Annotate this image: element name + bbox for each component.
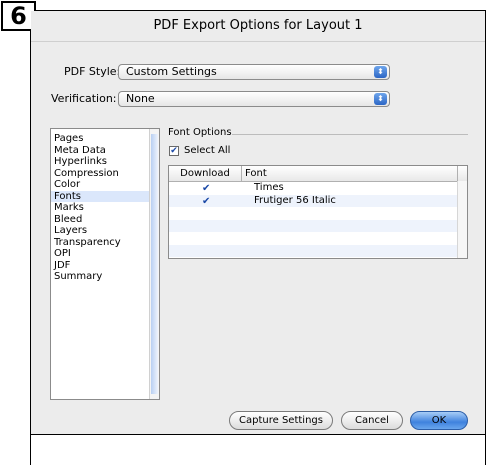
window-titlebar: PDF Export Options for Layout 1 [31,11,485,42]
pdf-style-popup[interactable]: Custom Settings ⬍ [118,64,390,80]
sidebar-item-marks[interactable]: Marks [51,202,159,214]
column-separator [241,166,242,181]
footer-strip [31,434,485,465]
verification-value: None [126,92,155,105]
verification-label: Verification: [51,92,117,105]
sidebar-item-jdf[interactable]: JDF [51,260,159,272]
font-name: Frutiger 56 Italic [254,194,336,206]
sidebar-item-layers[interactable]: Layers [51,225,159,237]
table-row[interactable]: ✔ Times [169,182,458,195]
table-row-empty [169,244,458,257]
select-all-checkbox[interactable]: ✔ [169,145,179,156]
table-row-empty [169,232,458,245]
sidebar-item-compression[interactable]: Compression [51,168,159,180]
font-table: Download Font ✔ Times ✔ Frutiger 56 Ital… [168,165,468,259]
verification-popup[interactable]: None ⬍ [118,91,390,107]
sidebar-item-hyperlinks[interactable]: Hyperlinks [51,156,159,168]
window-title: PDF Export Options for Layout 1 [153,18,363,33]
list-scrollbar[interactable] [149,129,159,399]
category-list[interactable]: Pages Meta Data Hyperlinks Compression C… [50,128,160,400]
popup-arrows-icon: ⬍ [374,66,387,78]
column-header-font[interactable]: Font [245,166,267,181]
column-separator [457,166,458,181]
select-all-label: Select All [184,145,231,156]
table-scrollbar[interactable] [457,181,467,258]
sidebar-item-bleed[interactable]: Bleed [51,214,159,226]
cancel-button[interactable]: Cancel [341,411,403,430]
capture-settings-button[interactable]: Capture Settings [229,411,333,430]
scrollbar-thumb[interactable] [151,134,158,394]
table-row-empty [169,219,458,232]
pdf-style-value: Custom Settings [126,65,217,78]
sidebar-item-opi[interactable]: OPI [51,248,159,260]
group-divider [232,134,468,135]
sidebar-item-fonts[interactable]: Fonts [51,190,159,202]
sidebar-item-pages[interactable]: Pages [51,133,159,145]
popup-arrows-icon: ⬍ [374,93,387,105]
sidebar-item-transparency[interactable]: Transparency [51,237,159,249]
font-name: Times [254,182,284,193]
font-options-title: Font Options [168,127,232,138]
sidebar-item-summary[interactable]: Summary [51,271,159,283]
pdf-style-label: PDF Style: [64,65,121,78]
select-all-control[interactable]: ✔ Select All [169,145,230,156]
table-row-empty [169,207,458,220]
table-rows: ✔ Times ✔ Frutiger 56 Italic [169,182,458,257]
sidebar-item-color[interactable]: Color [51,179,159,191]
table-row[interactable]: ✔ Frutiger 56 Italic [169,194,458,207]
sidebar-item-meta-data[interactable]: Meta Data [51,145,159,157]
table-header: Download Font [169,166,467,182]
column-header-download[interactable]: Download [173,166,237,181]
ok-button[interactable]: OK [410,411,468,430]
